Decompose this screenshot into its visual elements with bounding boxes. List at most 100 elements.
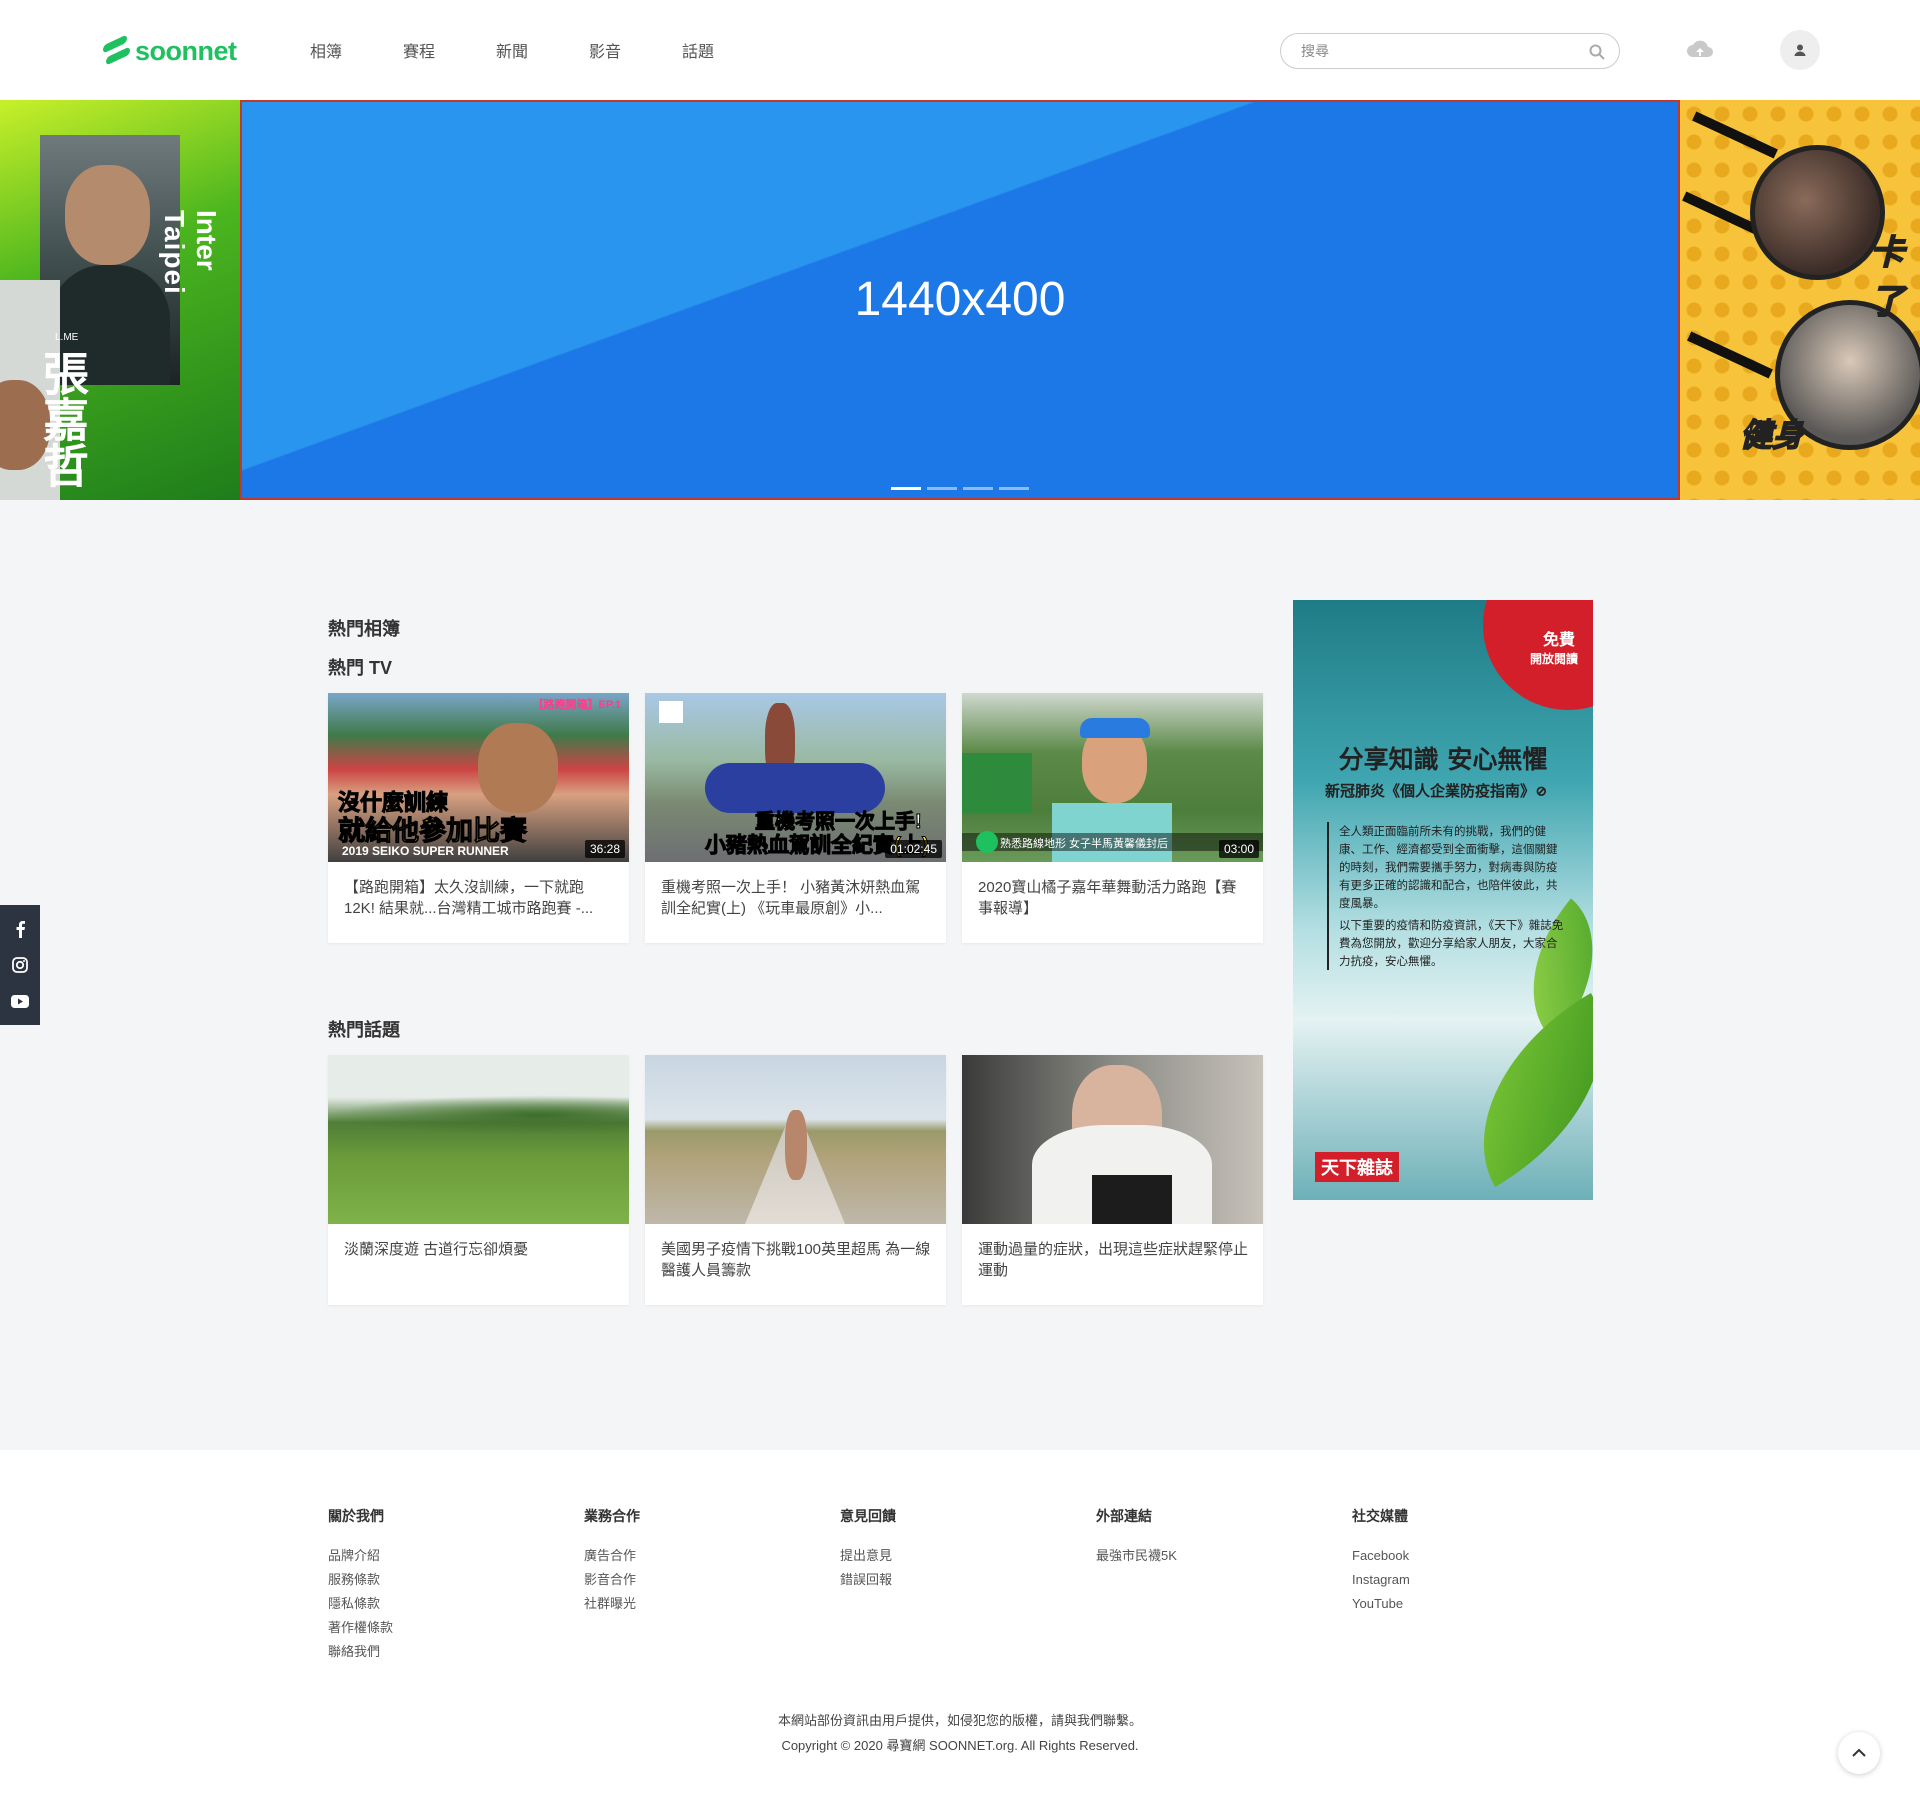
channel-logo-icon	[976, 831, 998, 853]
carousel-dot[interactable]	[927, 487, 957, 490]
footer-link[interactable]: 影音合作	[584, 1568, 640, 1592]
footer-heading: 業務合作	[584, 1508, 640, 1524]
thumb-caption: 就給他參加比賽	[338, 816, 528, 847]
logo-mark-icon	[103, 33, 130, 66]
banner-placeholder-label: 1440x400	[854, 273, 1066, 326]
video-duration: 36:28	[584, 840, 625, 858]
footer-heading: 外部連結	[1096, 1508, 1152, 1524]
back-to-top-button[interactable]	[1838, 1732, 1880, 1774]
sidebar-ad[interactable]: 免費 開放閱讀 分享知識 安心無懼 新冠肺炎《個人企業防疫指南》⊘ 全人類正面臨…	[1293, 600, 1593, 1200]
ad-subline: 新冠肺炎《個人企業防疫指南》⊘	[1325, 782, 1548, 800]
carousel-dot[interactable]	[963, 487, 993, 490]
carousel-slide-prev[interactable]: L.ME Inter Taipei 張嘉哲	[0, 100, 240, 500]
ad-brand-logo: 天下雜誌	[1315, 1152, 1399, 1182]
slide-small-text: L.ME	[55, 332, 79, 343]
main-nav: 相簿 賽程 新聞 影音 話題	[310, 38, 775, 62]
slide-text-1: 卡了	[1869, 233, 1905, 322]
footer-heading: 關於我們	[328, 1508, 384, 1524]
side-social-bar	[0, 905, 40, 1025]
footer-heading: 社交媒體	[1352, 1508, 1408, 1524]
chevron-up-icon	[1852, 1748, 1866, 1757]
video-tag: 【路跑開箱】EP.1	[532, 699, 621, 711]
topic-thumbnail	[962, 1055, 1263, 1224]
topic-card[interactable]: 淡蘭深度遊 古道行忘卻煩憂	[328, 1055, 629, 1305]
video-thumbnail: 熟悉路線地形 女子半馬黃馨儀封后 03:00	[962, 693, 1263, 862]
fitness-photo-1	[1750, 145, 1885, 280]
card-title[interactable]: 運動過量的症狀，出現這些症狀趕緊停止運動	[978, 1239, 1248, 1281]
footer-link-facebook[interactable]: Facebook	[1352, 1544, 1410, 1568]
youtube-icon[interactable]	[11, 992, 29, 1010]
ad-headline: 分享知識 安心無懼	[1338, 745, 1548, 774]
nav-item-topics[interactable]: 話題	[682, 38, 775, 62]
instagram-icon[interactable]	[11, 956, 29, 974]
footer-link[interactable]: 提出意見	[840, 1544, 896, 1568]
footer-link[interactable]: 品牌介紹	[328, 1544, 393, 1568]
topic-card[interactable]: 美國男子疫情下挑戰100英里超馬 為一線醫護人員籌款	[645, 1055, 946, 1305]
ad-body: 全人類正面臨前所未有的挑戰，我們的健康、工作、經濟都受到全面衝擊，這個關鍵的時刻…	[1327, 822, 1567, 970]
video-duration: 01:02:45	[885, 840, 942, 858]
footer-link-instagram[interactable]: Instagram	[1352, 1568, 1410, 1592]
footer-link[interactable]: 聯絡我們	[328, 1640, 393, 1664]
card-title[interactable]: 【路跑開箱】太久沒訓練，一下就跑12K! 結果就...台灣精工城市路跑賽 -..…	[344, 877, 614, 919]
section-title-topics: 熱門話題	[328, 1020, 400, 1040]
cloud-upload-icon[interactable]	[1685, 35, 1715, 65]
thumb-caption: 2019 SEIKO SUPER RUNNER	[342, 844, 509, 858]
footer-link[interactable]: 著作權條款	[328, 1616, 393, 1640]
facebook-icon[interactable]	[11, 920, 29, 938]
slide-text-inter: Inter	[191, 210, 222, 271]
footer-column-social: 社交媒體 Facebook Instagram YouTube	[1352, 1506, 1410, 1616]
nav-item-news[interactable]: 新聞	[496, 38, 589, 62]
footer-link[interactable]: 服務條款	[328, 1568, 393, 1592]
site-logo[interactable]: soonnet	[103, 33, 237, 67]
footer-link[interactable]: 錯誤回報	[840, 1568, 896, 1592]
site-footer: 關於我們 品牌介紹 服務條款 隱私條款 著作權條款 聯絡我們 業務合作 廣告合作…	[0, 1450, 1920, 1811]
leaf-decoration	[1435, 993, 1593, 1187]
logo-text: soonnet	[135, 36, 237, 66]
card-title[interactable]: 2020寶山橘子嘉年華舞動活力路跑【賽事報導】	[978, 877, 1248, 919]
footer-link[interactable]: 社群曝光	[584, 1592, 640, 1616]
footer-link[interactable]: 廣告合作	[584, 1544, 640, 1568]
user-account-button[interactable]	[1780, 30, 1820, 70]
topic-card[interactable]: 運動過量的症狀，出現這些症狀趕緊停止運動	[962, 1055, 1263, 1305]
search-icon[interactable]	[1589, 44, 1605, 60]
footer-link[interactable]: 隱私條款	[328, 1592, 393, 1616]
slide-text-taipei: Taipei	[159, 210, 190, 295]
video-thumbnail: 重機考照一次上手! 小豬熱血駕訓全紀實(上) 01:02:45	[645, 693, 946, 862]
footer-column-business: 業務合作 廣告合作 影音合作 社群曝光	[584, 1506, 640, 1616]
card-title[interactable]: 美國男子疫情下挑戰100英里超馬 為一線醫護人員籌款	[661, 1239, 931, 1281]
carousel-slide-active[interactable]: 1440x400	[240, 100, 1680, 500]
footer-column-feedback: 意見回饋 提出意見 錯誤回報	[840, 1506, 896, 1592]
nav-item-videos[interactable]: 影音	[589, 38, 682, 62]
search-input[interactable]	[1301, 43, 1561, 59]
ad-paragraph: 以下重要的疫情和防疫資訊，《天下》雜誌免費為您開放，歡迎分享給家人朋友，大家合力…	[1339, 918, 1564, 968]
section-title-tv: 熱門 TV	[328, 658, 393, 678]
site-header: soonnet 相簿 賽程 新聞 影音 話題	[0, 0, 1920, 100]
search-box	[1280, 33, 1620, 69]
slide-text-name: 張嘉哲	[37, 350, 89, 488]
ad-paragraph: 全人類正面臨前所未有的挑戰，我們的健康、工作、經濟都受到全面衝擊，這個關鍵的時刻…	[1339, 824, 1558, 910]
copyright-notice: 本網站部份資訊由用戶提供，如侵犯您的版權，請與我們聯繫。	[777, 1713, 1142, 1728]
carousel-dot[interactable]	[999, 487, 1029, 490]
footer-link-youtube[interactable]: YouTube	[1352, 1592, 1410, 1616]
carousel-indicators	[242, 487, 1678, 490]
tv-card[interactable]: 熟悉路線地形 女子半馬黃馨儀封后 03:00 2020寶山橘子嘉年華舞動活力路跑…	[962, 693, 1263, 943]
carousel-slide-next[interactable]: 卡了 健身	[1680, 100, 1920, 500]
tv-card[interactable]: 重機考照一次上手! 小豬熱血駕訓全紀實(上) 01:02:45 重機考照一次上手…	[645, 693, 946, 943]
tv-card[interactable]: 【路跑開箱】EP.1 沒什麼訓練 就給他參加比賽 2019 SEIKO SUPE…	[328, 693, 629, 943]
footer-heading: 意見回饋	[840, 1508, 896, 1524]
carousel-dot[interactable]	[891, 487, 921, 490]
nav-item-schedule[interactable]: 賽程	[403, 38, 496, 62]
card-title[interactable]: 重機考照一次上手！ 小豬黃沐妍熱血駕訓全紀實(上) 《玩車最原創》小...	[661, 877, 931, 919]
nav-item-albums[interactable]: 相簿	[310, 38, 403, 62]
footer-link[interactable]: 最強市民襪5K	[1096, 1544, 1177, 1568]
footer-column-external: 外部連結 最強市民襪5K	[1096, 1506, 1177, 1568]
video-thumbnail: 【路跑開箱】EP.1 沒什麼訓練 就給他參加比賽 2019 SEIKO SUPE…	[328, 693, 629, 862]
hero-carousel: L.ME Inter Taipei 張嘉哲 1440x400 卡了 健身	[0, 100, 1920, 500]
thumb-caption: 熟悉路線地形 女子半馬黃馨儀封后	[1000, 838, 1169, 850]
ad-corner-text: 免費	[1542, 632, 1575, 649]
video-duration: 03:00	[1218, 840, 1259, 858]
footer-column-about: 關於我們 品牌介紹 服務條款 隱私條款 著作權條款 聯絡我們	[328, 1506, 393, 1664]
card-title[interactable]: 淡蘭深度遊 古道行忘卻煩憂	[344, 1239, 614, 1260]
section-title-albums: 熱門相簿	[328, 619, 400, 639]
topic-thumbnail	[645, 1055, 946, 1224]
